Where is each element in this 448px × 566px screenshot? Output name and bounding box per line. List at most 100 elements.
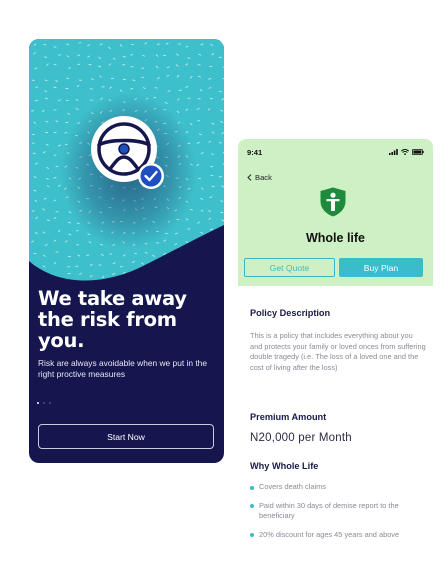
pattern-dash xyxy=(153,96,157,99)
back-link[interactable]: Back xyxy=(247,173,272,182)
pattern-dash xyxy=(57,144,61,147)
pattern-dash xyxy=(33,121,36,124)
list-item: 20% discount for ages 45 years and above xyxy=(250,530,430,541)
pattern-dash xyxy=(157,43,160,46)
pattern-dash xyxy=(91,78,94,81)
pattern-dash xyxy=(144,42,148,45)
pattern-dash xyxy=(67,112,71,115)
policy-header: 9:41 Back Whole life Get Quote Buy Plan xyxy=(238,139,433,286)
pattern-dash xyxy=(35,86,39,88)
pattern-dash xyxy=(46,185,50,188)
pattern-dash xyxy=(211,153,214,155)
pattern-dash xyxy=(221,98,224,101)
pattern-dash xyxy=(46,167,50,169)
pattern-dash xyxy=(221,132,224,135)
pattern-dash xyxy=(46,63,49,66)
pattern-dash xyxy=(132,79,136,82)
start-now-button[interactable]: Start Now xyxy=(38,424,214,449)
battery-icon xyxy=(412,149,424,155)
page-dot[interactable] xyxy=(49,402,51,404)
pattern-dash xyxy=(199,89,203,92)
pattern-dash xyxy=(211,52,214,56)
pattern-dash xyxy=(177,43,181,45)
pattern-dash xyxy=(155,54,159,57)
pattern-dash xyxy=(42,208,45,211)
pattern-dash xyxy=(164,101,168,104)
pattern-dash xyxy=(45,120,49,123)
pattern-dash xyxy=(109,86,112,89)
pattern-dash xyxy=(53,176,57,179)
page-dot[interactable] xyxy=(37,402,39,404)
pattern-dash xyxy=(189,123,193,126)
pattern-dash xyxy=(44,56,48,58)
pattern-dash xyxy=(55,120,59,123)
pattern-dash xyxy=(185,45,189,48)
pattern-dash xyxy=(198,53,202,56)
pattern-dash xyxy=(208,210,211,213)
pattern-dash xyxy=(64,131,68,134)
pattern-dash xyxy=(222,163,224,165)
pattern-dash xyxy=(211,185,215,188)
pattern-dash xyxy=(31,210,35,212)
pattern-dash xyxy=(98,56,102,59)
status-time: 9:41 xyxy=(247,148,263,157)
pattern-dash xyxy=(45,144,49,146)
pattern-dash xyxy=(76,84,80,88)
pattern-dash xyxy=(57,99,61,101)
policy-description-heading: Policy Description xyxy=(250,308,331,318)
pattern-dash xyxy=(176,53,179,56)
status-icons xyxy=(389,149,424,155)
pattern-dash xyxy=(108,63,112,66)
pattern-dash xyxy=(55,79,58,83)
list-item: Paid within 30 days of demise report to … xyxy=(250,501,430,522)
pattern-dash xyxy=(166,74,170,77)
pattern-dash xyxy=(185,63,189,66)
pattern-dash xyxy=(119,89,123,92)
pattern-dash xyxy=(119,44,123,47)
pattern-dash xyxy=(53,199,57,202)
pattern-dash xyxy=(35,162,38,165)
pattern-dash xyxy=(196,108,200,110)
bullet-icon xyxy=(250,485,254,490)
pattern-dash xyxy=(42,151,46,154)
pattern-dash xyxy=(99,43,103,46)
pattern-dash xyxy=(75,108,79,111)
pattern-dash xyxy=(208,78,212,80)
page-dot[interactable] xyxy=(43,402,45,404)
pattern-dash xyxy=(166,66,170,69)
pattern-dash xyxy=(218,56,222,59)
get-quote-button[interactable]: Get Quote xyxy=(244,258,335,277)
pattern-dash xyxy=(211,131,215,134)
pattern-dash xyxy=(209,196,213,199)
pattern-dash xyxy=(220,109,223,112)
pattern-dash xyxy=(112,57,116,60)
pattern-dash xyxy=(176,110,180,113)
pattern-dash xyxy=(200,209,204,212)
pattern-dash xyxy=(32,152,36,155)
pattern-dash xyxy=(66,55,70,58)
pattern-dash xyxy=(57,184,61,187)
benefit-text: Paid within 30 days of demise report to … xyxy=(259,500,399,521)
pattern-dash xyxy=(99,75,102,78)
premium-heading: Premium Amount xyxy=(250,412,327,422)
pattern-dash xyxy=(33,176,37,178)
pattern-dash xyxy=(211,122,215,125)
pattern-dash xyxy=(55,165,59,168)
onboarding-description: Risk are always avoidable when we put in… xyxy=(38,358,207,379)
pattern-dash xyxy=(68,67,71,70)
pattern-dash xyxy=(77,54,81,57)
buy-plan-button[interactable]: Buy Plan xyxy=(339,258,423,277)
steering-wheel-icon xyxy=(91,116,164,189)
pattern-dash xyxy=(200,43,204,46)
pattern-dash xyxy=(87,44,90,47)
pattern-dash xyxy=(33,43,37,46)
bullet-icon xyxy=(250,533,254,538)
pattern-dash xyxy=(208,140,211,143)
shield-person-icon xyxy=(320,187,346,217)
pattern-dash xyxy=(208,87,212,89)
pattern-dash xyxy=(53,154,57,156)
pattern-dash xyxy=(34,199,38,202)
pattern-dash xyxy=(196,163,200,166)
pattern-dash xyxy=(165,42,169,45)
pattern-dash xyxy=(142,87,146,89)
